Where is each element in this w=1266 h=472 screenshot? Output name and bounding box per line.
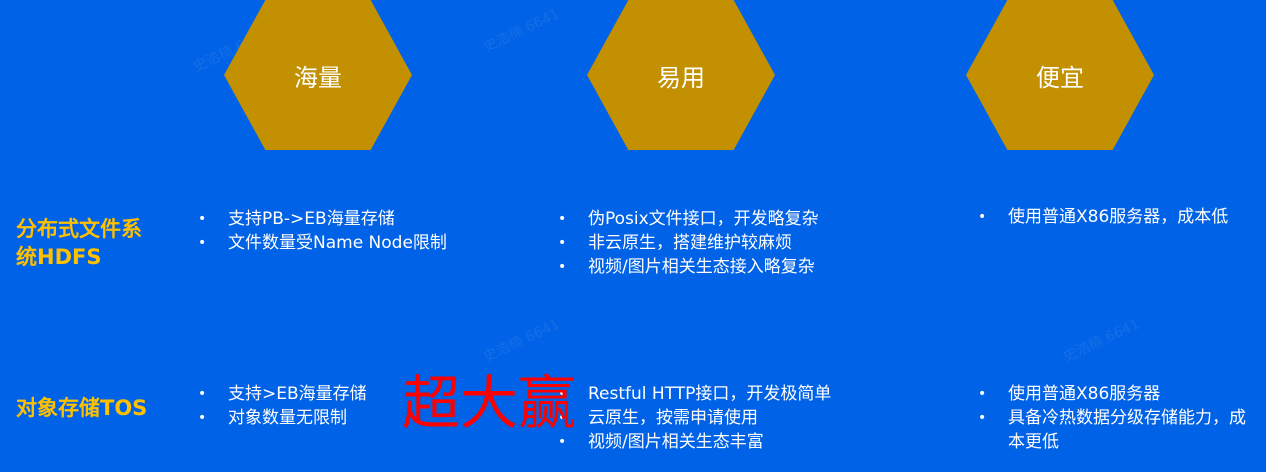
tos-cheap-list: 使用普通X86服务器 具备冷热数据分级存储能力，成本更低 [978,382,1253,454]
list-item: 视频/图片相关生态丰富 [558,430,888,454]
column-title: 易用 [657,63,705,92]
list-item: Restful HTTP接口，开发极简单 [558,382,888,406]
list-item: 支持PB->EB海量存储 [198,207,478,231]
tos-easy-list: Restful HTTP接口，开发极简单 云原生，按需申请使用 视频/图片相关生… [558,382,888,454]
list-item: 使用普通X86服务器 [978,382,1253,406]
column-header-massive: 海量 [224,0,412,150]
column-title: 便宜 [1036,63,1084,92]
hdfs-easy-list: 伪Posix文件接口，开发略复杂 非云原生，搭建维护较麻烦 视频/图片相关生态接… [558,207,888,279]
column-header-cheap: 便宜 [966,0,1154,150]
column-title: 海量 [294,63,342,92]
list-item: 非云原生，搭建维护较麻烦 [558,231,888,255]
list-item: 使用普通X86服务器，成本低 [978,205,1253,229]
list-item: 伪Posix文件接口，开发略复杂 [558,207,888,231]
row-label-tos: 对象存储TOS [16,396,148,420]
watermark: 史浩楠 6641 [1060,316,1143,366]
list-item: 具备冷热数据分级存储能力，成本更低 [978,406,1253,454]
watermark: 史浩楠 6641 [480,6,563,56]
row-label-hdfs: 分布式文件系统HDFS [16,217,142,269]
hdfs-massive-list: 支持PB->EB海量存储 文件数量受Name Node限制 [198,207,478,255]
list-item: 视频/图片相关生态接入略复杂 [558,255,888,279]
watermark: 史浩楠 6641 [480,316,563,366]
hdfs-cheap-list: 使用普通X86服务器，成本低 [978,205,1253,229]
column-header-easy: 易用 [587,0,775,150]
list-item: 文件数量受Name Node限制 [198,231,478,255]
list-item: 云原生，按需申请使用 [558,406,888,430]
highlight-text: 超大赢 [402,369,577,437]
